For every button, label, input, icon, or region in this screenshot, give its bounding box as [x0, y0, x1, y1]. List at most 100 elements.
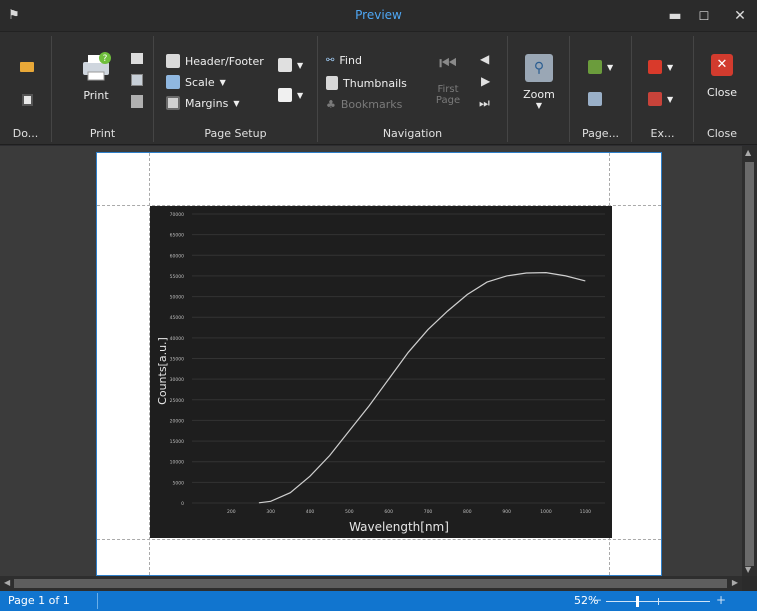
- y-tick-labels: 0 5000 10000 15000 20000 25000 30000 35000 40000…: [170, 212, 184, 507]
- header-footer-button[interactable]: Header/Footer: [166, 54, 264, 68]
- scroll-right-icon[interactable]: ▶: [732, 578, 738, 587]
- x-tick-label: 200: [227, 509, 236, 515]
- preview-window: ⚑ Preview ▬ ☐ ✕ Do... ? Print Print Head…: [0, 0, 757, 611]
- print-button-label: Print: [83, 89, 109, 102]
- title-bar: ⚑ Preview ▬ ☐ ✕: [0, 0, 757, 32]
- watermark-button[interactable]: [588, 92, 602, 106]
- quick-print-icon[interactable]: [131, 53, 143, 64]
- window-title: Preview: [355, 8, 402, 22]
- navigation-group: ⚯ Find Thumbnails ♣ Bookmarks ⏮ First Pa…: [318, 36, 508, 142]
- margins-icon: [166, 96, 180, 110]
- send-button[interactable]: ▼: [648, 92, 673, 106]
- last-page-icon[interactable]: ⏭: [479, 96, 490, 111]
- scroll-up-icon[interactable]: ▲: [745, 148, 751, 157]
- zoom-in-icon[interactable]: +: [716, 593, 726, 607]
- close-window-button[interactable]: ✕: [726, 4, 754, 28]
- y-tick-label: 10000: [170, 460, 184, 466]
- scale-dropdown-icon: ▼: [219, 77, 226, 87]
- parameters-icon[interactable]: [131, 95, 143, 108]
- page-setup-group: Header/Footer Scale ▼ Margins ▼ ▼ ▼ Page…: [154, 36, 318, 142]
- margins-dropdown-icon: ▼: [233, 98, 240, 108]
- x-tick-label: 500: [345, 509, 354, 515]
- y-tick-label: 0: [181, 501, 184, 507]
- status-divider: [97, 593, 98, 609]
- send-pdf-icon: [648, 92, 662, 106]
- minimize-button[interactable]: ▬: [661, 4, 689, 28]
- y-tick-label: 40000: [170, 336, 184, 342]
- print-options-icon[interactable]: [131, 74, 143, 86]
- status-bar: Page 1 of 1 52% − +: [0, 591, 757, 611]
- first-page-button[interactable]: ⏮ First Page: [430, 52, 466, 106]
- print-group-label: Print: [89, 127, 116, 140]
- horizontal-scroll-thumb[interactable]: [14, 579, 727, 588]
- first-page-label-1: First: [437, 84, 459, 95]
- series-line: [258, 271, 586, 504]
- zoom-out-icon[interactable]: −: [592, 593, 602, 607]
- previous-page-icon[interactable]: ◀: [480, 52, 489, 66]
- find-icon: ⚯: [326, 55, 335, 66]
- document-group-label: Do...: [12, 127, 39, 140]
- scroll-left-icon[interactable]: ◀: [4, 578, 10, 587]
- zoom-group: ⚲ Zoom ▼: [508, 36, 570, 142]
- zoom-dropdown-icon: ▼: [535, 101, 543, 110]
- page-setup-group-label: Page Setup: [204, 127, 267, 140]
- margins-button[interactable]: Margins ▼: [166, 96, 239, 110]
- next-page-icon[interactable]: ▶: [481, 74, 490, 88]
- x-tick-labels: 200 300 400 500 600 700 800 900 1000 1100: [227, 509, 591, 515]
- save-icon[interactable]: [22, 94, 33, 106]
- maximize-button[interactable]: ☐: [690, 4, 718, 28]
- vertical-scroll-thumb[interactable]: [745, 162, 754, 566]
- export-button[interactable]: ▼: [648, 60, 673, 74]
- x-tick-label: 700: [424, 509, 433, 515]
- scroll-corner: [742, 576, 757, 591]
- bookmarks-label: Bookmarks: [340, 98, 403, 111]
- open-icon[interactable]: [20, 62, 34, 72]
- header-footer-icon: [166, 54, 180, 68]
- thumbnails-label: Thumbnails: [343, 76, 407, 90]
- export-group-label: Ex...: [650, 127, 675, 140]
- margins-label: Margins: [185, 96, 229, 110]
- bookmarks-button[interactable]: ♣ Bookmarks: [326, 98, 402, 111]
- bookmarks-icon: ♣: [326, 98, 336, 111]
- zoom-slider-track[interactable]: [606, 596, 710, 607]
- zoom-slider-thumb[interactable]: [636, 596, 640, 607]
- y-tick-label: 5000: [173, 480, 185, 486]
- x-axis-label: Wavelength[nm]: [349, 520, 449, 534]
- x-tick-label: 1100: [580, 509, 592, 515]
- first-page-icon: ⏮: [439, 51, 457, 75]
- scroll-down-icon[interactable]: ▼: [745, 565, 751, 574]
- x-tick-label: 900: [502, 509, 511, 515]
- header-footer-label: Header/Footer: [185, 54, 264, 68]
- close-group: ✕ Close Close: [694, 36, 750, 142]
- zoom-button[interactable]: ⚲ Zoom ▼: [522, 54, 556, 110]
- y-tick-label: 25000: [170, 398, 184, 404]
- size-button[interactable]: ▼: [278, 88, 303, 102]
- y-tick-label: 60000: [170, 253, 184, 259]
- page-background-group-label: Page...: [581, 127, 620, 140]
- size-dropdown-icon: ▼: [297, 90, 304, 100]
- y-tick-label: 70000: [170, 212, 184, 218]
- x-tick-label: 400: [306, 509, 315, 515]
- print-button[interactable]: ? Print: [76, 50, 116, 102]
- y-tick-label: 65000: [170, 233, 184, 239]
- find-button[interactable]: ⚯ Find: [326, 54, 362, 67]
- page-color-dropdown-icon: ▼: [607, 62, 614, 72]
- first-page-label-2: Page: [435, 95, 461, 106]
- svg-text:?: ?: [103, 54, 108, 64]
- export-pdf-icon: [648, 60, 662, 74]
- send-dropdown-icon: ▼: [667, 94, 674, 104]
- page-color-button[interactable]: ▼: [588, 60, 613, 74]
- y-tick-label: 30000: [170, 377, 184, 383]
- navigation-group-label: Navigation: [382, 127, 443, 140]
- scale-button[interactable]: Scale ▼: [166, 75, 226, 89]
- thumbnails-button[interactable]: Thumbnails: [326, 76, 407, 90]
- document-view[interactable]: 0 5000 10000 15000 20000 25000 30000 35000 40000…: [0, 146, 742, 576]
- printer-icon: ?: [83, 52, 111, 81]
- orientation-button[interactable]: ▼: [278, 58, 303, 72]
- orientation-icon: [278, 58, 292, 72]
- scale-icon: [166, 75, 180, 89]
- spectrum-chart: 0 5000 10000 15000 20000 25000 30000 35000 40000…: [150, 206, 612, 538]
- close-preview-button[interactable]: ✕ Close: [702, 54, 742, 99]
- page-background-group: ▼ Page...: [570, 36, 632, 142]
- ribbon: Do... ? Print Print Header/Footer Scale …: [0, 32, 757, 145]
